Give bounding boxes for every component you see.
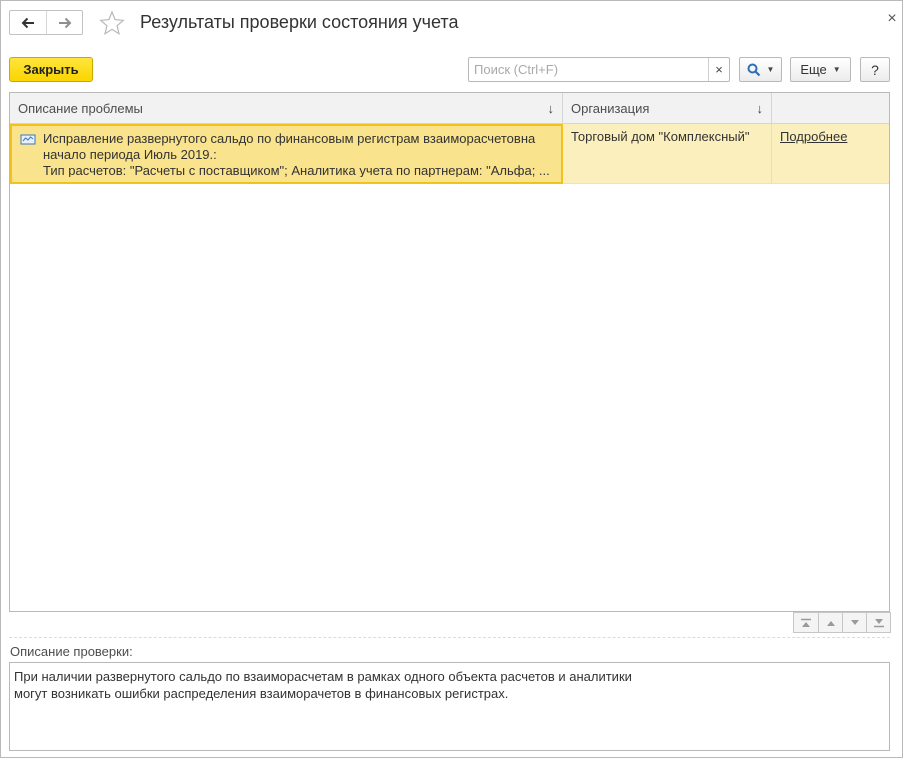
favorite-star-icon[interactable] (99, 10, 125, 36)
chevron-down-icon: ▼ (766, 65, 775, 74)
scroll-down-icon[interactable] (842, 613, 866, 632)
forward-button[interactable] (46, 11, 82, 34)
column-title: Организация (571, 101, 650, 116)
scroll-up-icon[interactable] (818, 613, 842, 632)
details-link[interactable]: Подробнее (780, 129, 847, 144)
magnifier-icon (747, 63, 760, 76)
search-input[interactable] (469, 58, 708, 81)
description-line: Исправление развернутого сальдо по финан… (43, 131, 536, 146)
scroll-to-bottom-icon[interactable] (866, 613, 890, 632)
arrow-left-icon (21, 17, 34, 28)
more-label: Еще (800, 62, 827, 77)
check-description-label: Описание проверки: (10, 644, 133, 659)
search-box: × (468, 57, 730, 82)
table-row[interactable]: Исправление развернутого сальдо по финан… (10, 124, 889, 184)
description-line: начало периода Июль 2019.: (43, 147, 217, 162)
arrow-right-icon (58, 17, 71, 28)
problems-table[interactable]: Описание проблемы ↓ Организация ↓ Исправ… (9, 92, 890, 612)
check-description-line: При наличии развернутого сальдо по взаим… (14, 669, 632, 684)
back-button[interactable] (10, 11, 46, 34)
cell-organization[interactable]: Торговый дом "Комплексный" (563, 124, 772, 184)
scroll-to-top-icon[interactable] (794, 613, 818, 632)
more-button[interactable]: Еще ▼ (790, 57, 851, 82)
search-options-button[interactable]: ▼ (739, 57, 782, 82)
form-window: Результаты проверки состояния учета × За… (0, 0, 903, 758)
check-description-field[interactable]: При наличии развернутого сальдо по взаим… (9, 662, 890, 751)
close-button[interactable]: Закрыть (9, 57, 93, 82)
close-icon[interactable]: × (884, 11, 900, 27)
cell-link: Подробнее (772, 124, 889, 184)
chevron-down-icon: ▼ (832, 65, 841, 74)
description-line: Тип расчетов: "Расчеты с поставщиком"; А… (43, 163, 550, 177)
help-button[interactable]: ? (860, 57, 890, 82)
table-scroll-buttons (793, 612, 891, 633)
navigation-buttons (9, 10, 83, 35)
divider (9, 637, 890, 638)
check-description-line: могут возникать ошибки распределения вза… (14, 686, 509, 701)
table-header: Описание проблемы ↓ Организация ↓ (10, 93, 889, 124)
sort-down-icon: ↓ (547, 101, 555, 116)
cell-description[interactable]: Исправление развернутого сальдо по финан… (10, 124, 563, 184)
column-header-description[interactable]: Описание проблемы ↓ (10, 93, 563, 124)
column-header-organization[interactable]: Организация ↓ (563, 93, 772, 124)
sort-down-icon: ↓ (756, 101, 764, 116)
record-icon (20, 134, 36, 145)
form-title: Результаты проверки состояния учета (140, 12, 459, 32)
column-title: Описание проблемы (18, 101, 143, 116)
clear-search-icon[interactable]: × (708, 58, 729, 81)
column-header-link[interactable] (772, 93, 889, 124)
